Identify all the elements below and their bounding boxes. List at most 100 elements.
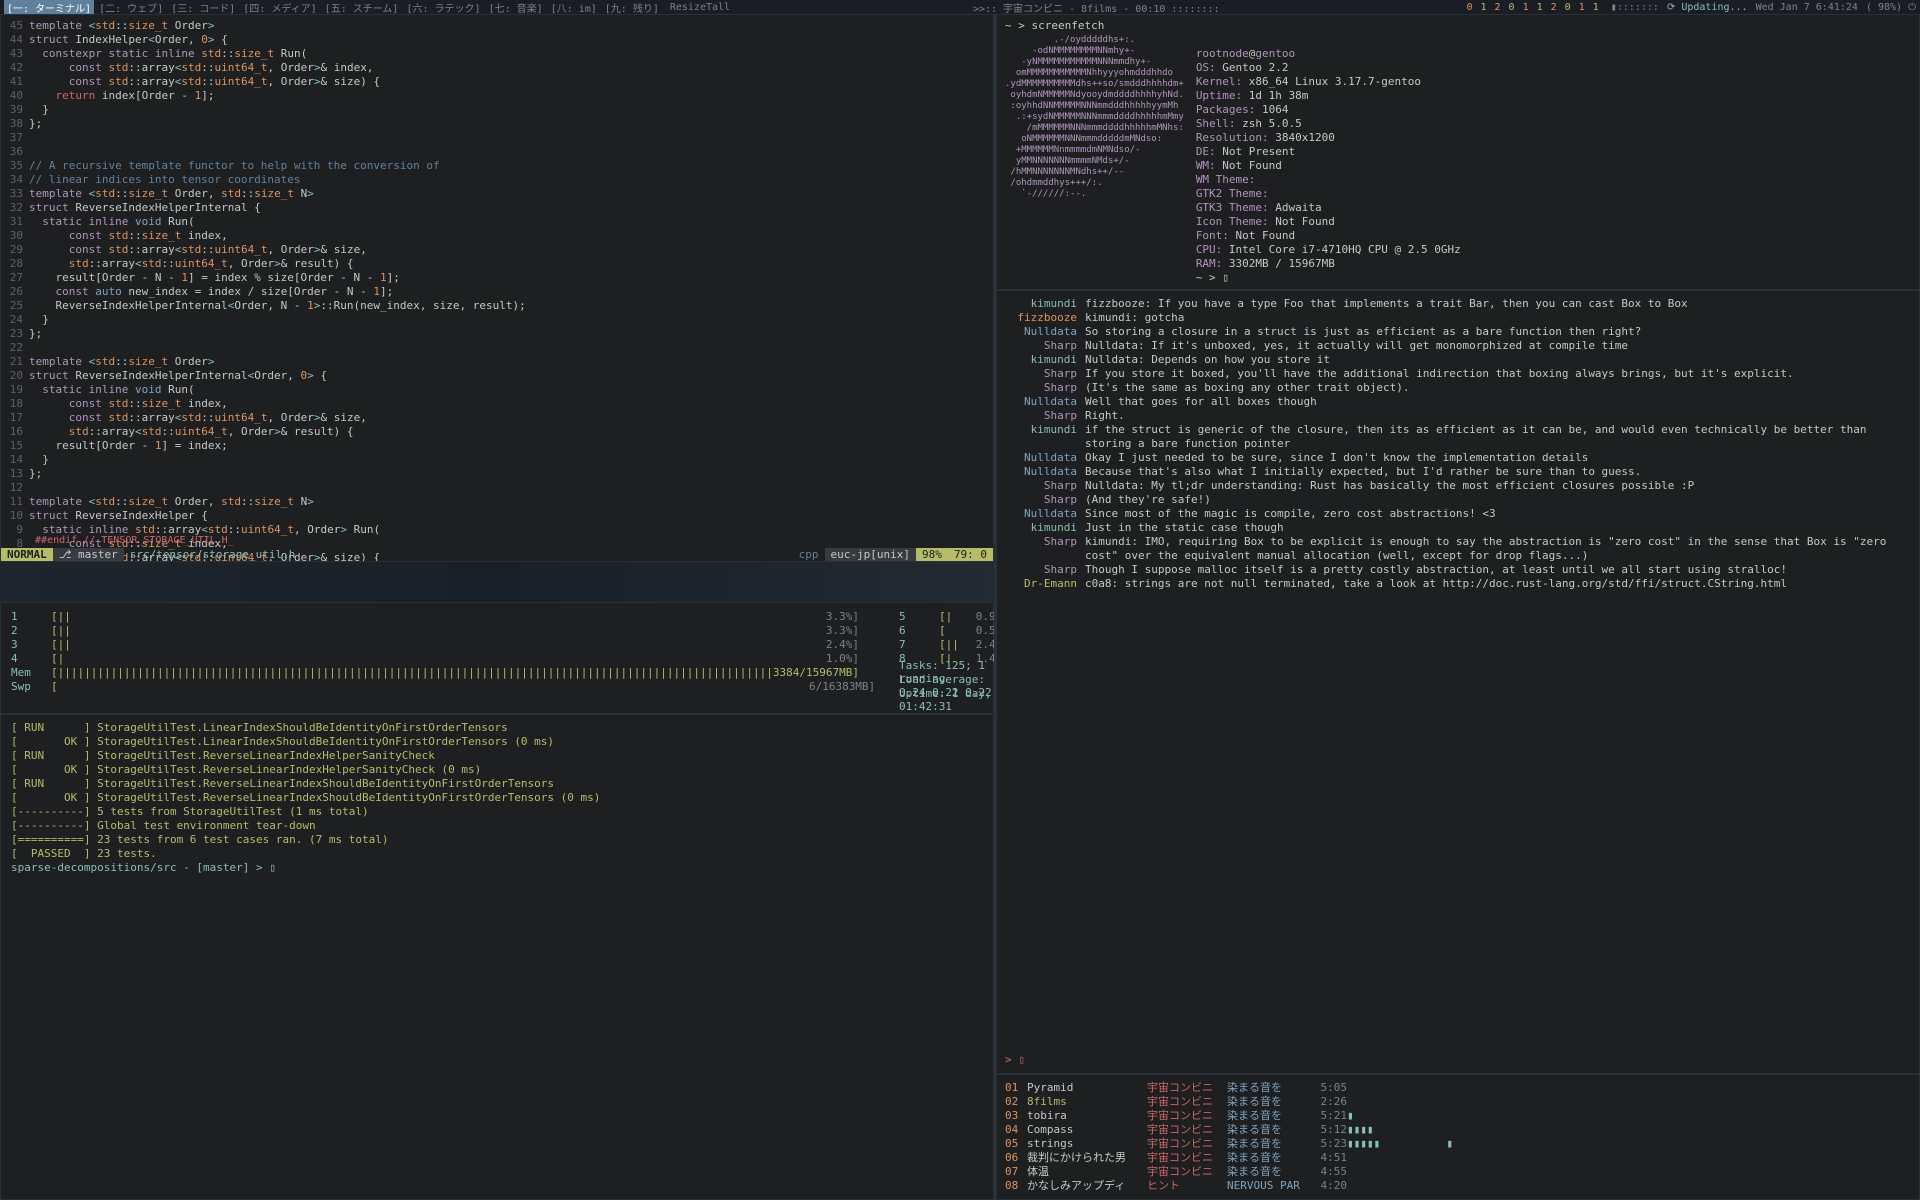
updating-label: ⟳ Updating... [1667, 2, 1748, 13]
chat-nick: Nulldata [1005, 507, 1085, 521]
track-row[interactable]: 04Compass宇宙コンビニ染まる音を5:12 ▮▮▮▮ [1005, 1123, 1911, 1137]
code-line: 33template <std::size_t Order, std::size… [1, 187, 993, 201]
filetype: cpp [793, 548, 825, 561]
chat-nick: kimundi [1005, 353, 1085, 367]
test-output-line: [----------] 5 tests from StorageUtilTes… [11, 805, 983, 819]
battery: ( 98%) ⏻ [1866, 2, 1916, 13]
sysinfo-row: OS: Gentoo 2.2 [1196, 61, 1461, 75]
code-line: 36 [1, 145, 993, 159]
chat-nick: Sharp [1005, 381, 1085, 395]
chat-nick: Sharp [1005, 409, 1085, 423]
code-line: 42 const std::array<std::uint64_t, Order… [1, 61, 993, 75]
track-row[interactable]: 028films宇宙コンビニ染まる音を2:26 [1005, 1095, 1911, 1109]
chat-message: SharpRight. [1005, 409, 1911, 423]
chat-text: Nulldata: If it's unboxed, yes, it actua… [1085, 339, 1911, 353]
chat-message: kimundiif the struct is generic of the c… [1005, 423, 1911, 451]
code-line: 14 } [1, 453, 993, 467]
sf-prompt-cursor[interactable]: ~ > ▯ [1196, 271, 1461, 285]
workspace-tab[interactable]: [九: 残り] [602, 0, 662, 15]
code-line: 31 static inline void Run( [1, 215, 993, 229]
chat-message: Sharpkimundi: IMO, requiring Box to be e… [1005, 535, 1911, 563]
status-right: 0120112011 ▮::::::: ⟳ Updating... Wed Ja… [1462, 2, 1916, 13]
chat-text: Okay I just needed to be sure, since I d… [1085, 451, 1911, 465]
code-line: 20struct ReverseIndexHelperInternal<Orde… [1, 369, 993, 383]
chat-text: Nulldata: My tl;dr understanding: Rust h… [1085, 479, 1911, 493]
sysinfo-row: rootnode@gentoo [1196, 47, 1461, 61]
track-row[interactable]: 06裁判にかけられた男宇宙コンビニ染まる音を4:51 [1005, 1151, 1911, 1165]
track-row[interactable]: 08かなしみアップディヒントNERVOUS PAR4:20 [1005, 1179, 1911, 1193]
screenfetch-pane[interactable]: ~ > screenfetch .-/oydddddhs+:. -odNMMMM… [996, 14, 1920, 290]
code-line: 38}; [1, 117, 993, 131]
chat-nick: Nulldata [1005, 465, 1085, 479]
code-line: 25 ReverseIndexHelperInternal<Order, N -… [1, 299, 993, 313]
chat-nick: kimundi [1005, 521, 1085, 535]
chat-nick: Sharp [1005, 535, 1085, 563]
htop-pane[interactable]: 1[||3.3%]2[||3.3%]3[||2.4%]4[|1.0%] Mem … [0, 602, 994, 714]
workspace-tab[interactable]: [一: ターミナル] [4, 0, 94, 15]
chat-text: kimundi: gotcha [1085, 311, 1911, 325]
workspace-tab[interactable]: [二: ウェブ] [96, 0, 166, 15]
workspace-tab[interactable]: [六: ラテック] [403, 0, 483, 15]
test-output-line: [ OK ] StorageUtilTest.ReverseLinearInde… [11, 791, 983, 805]
music-player-pane[interactable]: 01Pyramid宇宙コンビニ染まる音を5:05 028films宇宙コンビニ染… [996, 1074, 1920, 1200]
status-dots: ▮::::::: [1611, 2, 1659, 13]
code-line: 37 [1, 131, 993, 145]
chat-nick: Nulldata [1005, 395, 1085, 409]
sysinfo-row: GTK2 Theme: [1196, 187, 1461, 201]
ascii-logo: .-/oydddddhs+:. -odNMMMMMMMMNNmhy+- -yNM… [1005, 35, 1184, 285]
sysinfo-row: WM: Not Found [1196, 159, 1461, 173]
chat-nick: Sharp [1005, 367, 1085, 381]
chat-message: fizzboozekimundi: gotcha [1005, 311, 1911, 325]
track-row[interactable]: 07体温宇宙コンビニ染まる音を4:55 [1005, 1165, 1911, 1179]
code-line: 39 } [1, 103, 993, 117]
workspace-tab[interactable]: [五: スチーム] [322, 0, 402, 15]
chat-text: kimundi: IMO, requiring Box to be explic… [1085, 535, 1911, 563]
vim-mode: NORMAL [1, 548, 53, 561]
sysinfo-row: Shell: zsh 5.0.5 [1196, 117, 1461, 131]
irc-chat-pane[interactable]: kimundi fizzbooze: If you have a type Foo… [996, 290, 1920, 1074]
chat-text: Nulldata: Depends on how you store it [1085, 353, 1911, 367]
workspace-tab[interactable]: [七: 音楽] [486, 0, 546, 15]
mem-bar: Mem [|||||||||||||||||||||||||||||||||||… [11, 665, 859, 679]
code-line: 34// linear indices into tensor coordina… [1, 173, 993, 187]
shell-prompt[interactable]: sparse-decompositions/src - [master] > ▯ [11, 861, 983, 875]
swap-bar: Swp [ 6/16383MB] [11, 679, 859, 693]
track-row[interactable]: 05strings宇宙コンビニ染まる音を5:23 ▮▮▮▮▮ ▮ [1005, 1137, 1911, 1151]
workspace-tab[interactable]: [三: コード] [168, 0, 238, 15]
git-branch: ⎇ master [53, 548, 124, 561]
code-line: 29 const std::array<std::uint64_t, Order… [1, 243, 993, 257]
encoding: euc-jp[unix] [825, 548, 916, 561]
code-line: 17 const std::array<std::uint64_t, Order… [1, 411, 993, 425]
code-line: 15 result[Order - 1] = index; [1, 439, 993, 453]
chat-nick: Nulldata [1005, 325, 1085, 339]
workspace-tab[interactable]: [四: メディア] [240, 0, 319, 15]
sf-command: ~ > screenfetch [1005, 19, 1104, 32]
chat-text: Since most of the magic is compile, zero… [1085, 507, 1911, 521]
workspace-tab[interactable]: [八: im] [548, 0, 600, 15]
chat-text: fizzbooze: If you have a type Foo that i… [1085, 297, 1911, 311]
test-output-line: [ RUN ] StorageUtilTest.ReverseLinearInd… [11, 749, 983, 763]
chat-message: kimundifizzbooze: If you have a type Foo… [1005, 297, 1911, 311]
chat-text: Just in the static case though [1085, 521, 1911, 535]
code-line: 24 } [1, 313, 993, 327]
code-line: 27 result[Order - N - 1] = index % size[… [1, 271, 993, 285]
endif-line: ##endif // TENSOR_STORAGE_UTIL_H_ [1, 535, 234, 546]
cpu-bar: 1[||3.3%] [11, 609, 859, 623]
gtest-output-pane[interactable]: [ RUN ] StorageUtilTest.LinearIndexShoul… [0, 714, 994, 1200]
chat-text: Right. [1085, 409, 1911, 423]
chat-text: Because that's also what I initially exp… [1085, 465, 1911, 479]
cursor-pos: 79: 0 [948, 548, 993, 561]
cpu-bar: 5[|0.9%] [899, 609, 1009, 623]
track-row[interactable]: 03tobira宇宙コンビニ染まる音を5:21 ▮ [1005, 1109, 1911, 1123]
vim-editor-pane[interactable]: 45template <std::size_t Order>44struct I… [0, 14, 994, 562]
code-line: 35// A recursive template functor to hel… [1, 159, 993, 173]
chat-text: Though I suppose malloc itself is a pret… [1085, 563, 1911, 577]
cpu-bar: 3[||2.4%] [11, 637, 859, 651]
chat-input[interactable]: > ▯ [1005, 1053, 1025, 1067]
chat-text: So storing a closure in a struct is just… [1085, 325, 1911, 339]
track-row[interactable]: 01Pyramid宇宙コンビニ染まる音を5:05 [1005, 1081, 1911, 1095]
sysinfo-row: Resolution: 3840x1200 [1196, 131, 1461, 145]
clock: Wed Jan 7 6:41:24 [1756, 2, 1858, 13]
code-line: 43 constexpr static inline std::size_t R… [1, 47, 993, 61]
test-output-line: [ OK ] StorageUtilTest.LinearIndexShould… [11, 735, 983, 749]
